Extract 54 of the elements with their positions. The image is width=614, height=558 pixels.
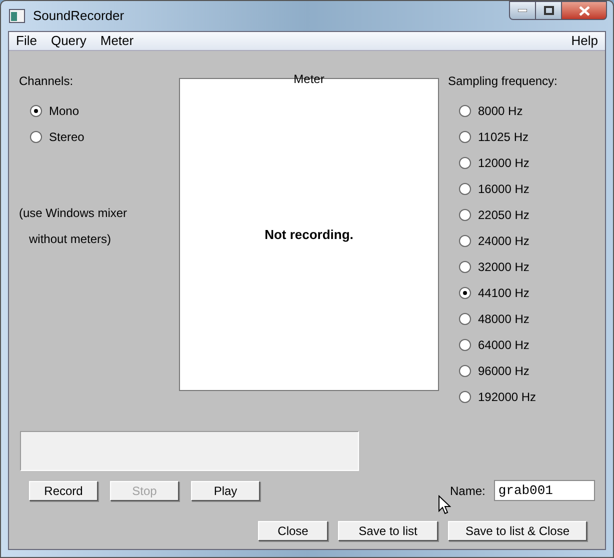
radio-option[interactable]: 192000 Hz [459, 384, 558, 410]
channels-label: Channels: [19, 73, 74, 88]
radio-button[interactable] [459, 105, 471, 117]
meter-title: Meter [294, 74, 324, 84]
window-title: SoundRecorder [33, 7, 124, 26]
menu-item[interactable]: File [16, 31, 37, 51]
radio-button[interactable] [30, 131, 42, 143]
radio-option[interactable]: 48000 Hz [459, 306, 558, 332]
menu-item[interactable]: Query [50, 31, 86, 51]
action-button[interactable]: Save to list & Close [448, 521, 587, 541]
radio-button[interactable] [459, 209, 471, 221]
radio-button[interactable] [459, 287, 471, 299]
name-label: Name: [450, 482, 486, 500]
sampling-label: Sampling frequency: [448, 73, 558, 88]
radio-button[interactable] [459, 365, 471, 377]
radio-button[interactable] [459, 131, 471, 143]
radio-button[interactable] [459, 261, 471, 273]
transport-button[interactable]: Play [191, 480, 260, 500]
radio-option[interactable]: 11025 Hz [459, 124, 558, 150]
radio-button[interactable] [459, 313, 471, 325]
radio-option[interactable]: 12000 Hz [459, 150, 558, 176]
menu-item[interactable]: Help [571, 33, 598, 48]
radio-button[interactable] [459, 235, 471, 247]
radio-option[interactable]: Mono [30, 98, 179, 124]
radio-option[interactable]: 64000 Hz [459, 332, 558, 358]
radio-option[interactable]: 44100 Hz [459, 280, 558, 306]
close-icon [578, 6, 590, 16]
radio-button[interactable] [30, 105, 42, 117]
radio-option[interactable]: 8000 Hz [459, 98, 558, 124]
cursor-icon [438, 495, 451, 515]
name-field[interactable]: grab001 [494, 480, 596, 501]
radio-button[interactable] [459, 339, 471, 351]
radio-option[interactable]: 32000 Hz [459, 254, 558, 280]
note-text: (use Windows mixer [19, 205, 128, 222]
radio-button[interactable] [459, 183, 471, 195]
app-icon [9, 9, 25, 23]
note-text: without meters) [28, 231, 112, 248]
radio-option[interactable]: 16000 Hz [459, 176, 558, 202]
close-button[interactable] [562, 1, 607, 20]
maximize-icon [544, 6, 554, 15]
status-message: Not recording. [264, 226, 354, 244]
radio-button[interactable] [459, 157, 471, 169]
maximize-button[interactable] [536, 1, 562, 20]
minimize-button[interactable] [509, 1, 536, 20]
menu-item[interactable]: Meter [100, 31, 134, 51]
radio-option[interactable]: 24000 Hz [459, 228, 558, 254]
action-button[interactable]: Close [258, 521, 328, 541]
radio-option[interactable]: 22050 Hz [459, 202, 558, 228]
action-button[interactable]: Save to list [338, 521, 438, 541]
radio-option[interactable]: 96000 Hz [459, 358, 558, 384]
minimize-icon [518, 9, 527, 12]
transport-button[interactable]: Record [29, 480, 98, 500]
radio-button[interactable] [459, 391, 471, 403]
radio-option[interactable]: Stereo [30, 124, 179, 150]
